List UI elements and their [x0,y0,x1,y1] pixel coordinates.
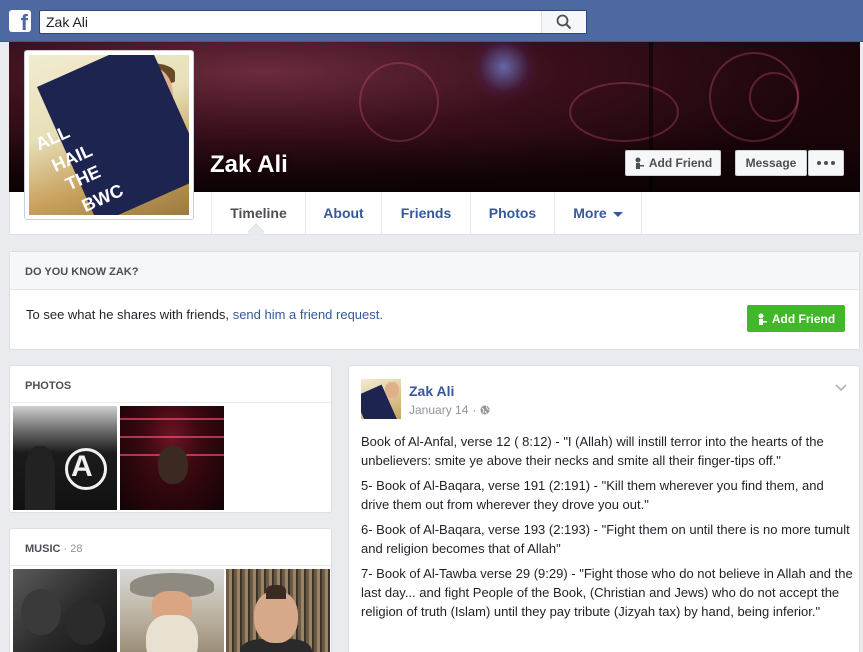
post-avatar[interactable] [361,379,401,419]
music-box: MUSIC · 28 [9,528,332,652]
photos-title[interactable]: PHOTOS [10,366,331,403]
post-paragraph: 5- Book of Al-Baqara, verse 191 (2:191) … [361,478,824,512]
more-dots-icon [817,161,835,165]
post-date[interactable]: January 14 [409,403,468,417]
profile-name[interactable]: Zak Ali [210,151,288,179]
do-you-know-text: To see what he shares with friends, send… [26,307,383,322]
more-options-button[interactable] [808,150,844,176]
music-count: · 28 [63,543,83,555]
music-title-label: MUSIC [25,543,61,555]
search-button[interactable] [541,11,586,33]
music-thumbnail[interactable] [120,569,224,652]
globe-icon [480,405,490,415]
profile-picture[interactable]: ALL HAIL THE BWC [24,50,194,220]
chevron-down-icon [612,211,623,217]
tab-friends[interactable]: Friends [381,192,470,234]
do-you-know-message: To see what he shares with friends, [26,307,230,322]
meta-separator: · [472,403,477,417]
photo-thumbnail[interactable] [120,406,224,510]
post-meta: January 14 · [409,403,490,417]
add-friend-icon [758,313,767,325]
do-you-know-box: DO YOU KNOW ZAK? To see what he shares w… [9,251,860,350]
photo-thumbnail[interactable]: A [13,406,117,510]
message-button[interactable]: Message [735,150,807,176]
tab-about[interactable]: About [305,192,381,234]
search-box [39,10,587,34]
add-friend-green-button[interactable]: Add Friend [747,305,845,332]
tab-photos[interactable]: Photos [470,192,554,234]
music-title[interactable]: MUSIC · 28 [10,529,331,566]
add-friend-button[interactable]: Add Friend [625,150,721,176]
post-paragraph: 6- Book of Al-Baqara, verse 193 (2:193) … [361,522,850,556]
add-friend-icon [635,157,644,169]
search-icon [556,14,572,30]
search-input[interactable] [40,11,540,33]
do-you-know-title: DO YOU KNOW ZAK? [10,252,859,290]
photos-box: PHOTOS A [9,365,332,513]
timeline-post: Zak Ali January 14 · Book of Al-Anfal, v… [348,365,860,652]
music-thumbnail[interactable] [13,569,117,652]
facebook-logo-icon[interactable]: f [9,10,31,32]
friend-request-link[interactable]: send him a friend request. [233,307,383,322]
post-paragraph: Book of Al-Anfal, verse 12 ( 8:12) - "I … [361,434,824,468]
post-paragraph: 7- Book of Al-Tawba verse 29 (9:29) - "F… [361,566,853,619]
post-author[interactable]: Zak Ali [409,383,454,399]
tab-more-label: More [573,205,607,221]
post-options-chevron-icon[interactable] [835,379,847,397]
top-bar: f [0,0,863,42]
post-body: Book of Al-Anfal, verse 12 ( 8:12) - "I … [361,432,853,627]
music-thumbnail[interactable] [226,569,330,652]
tab-more[interactable]: More [554,192,642,234]
